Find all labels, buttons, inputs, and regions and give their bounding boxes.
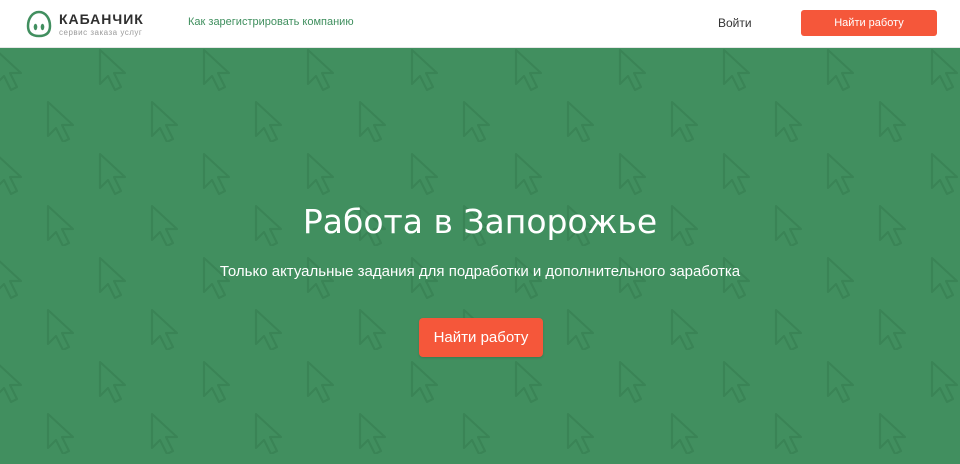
login-link[interactable]: Войти xyxy=(718,16,752,30)
hero-title: Работа в Запорожье xyxy=(302,202,658,241)
logo-text: КАБАНЧИК сервис заказа услуг xyxy=(59,10,144,37)
hero-subtitle: Только актуальные задания для подработки… xyxy=(219,263,741,280)
piggy-logo-icon xyxy=(26,10,52,38)
header-find-work-button[interactable]: Найти работу xyxy=(801,10,937,36)
register-company-link[interactable]: Как зарегистрировать компанию xyxy=(188,16,354,28)
logo-tagline: сервис заказа услуг xyxy=(59,27,143,37)
site-header: КАБАНЧИК сервис заказа услуг Как зарегис… xyxy=(0,0,960,48)
cursor-arrow-icon xyxy=(0,48,960,464)
logo[interactable]: КАБАНЧИК сервис заказа услуг xyxy=(26,9,144,39)
hero-find-work-button[interactable]: Найти работу xyxy=(419,318,543,357)
hero-banner: Работа в Запорожье Только актуальные зад… xyxy=(0,48,960,464)
logo-name: КАБАНЧИК xyxy=(59,10,144,27)
